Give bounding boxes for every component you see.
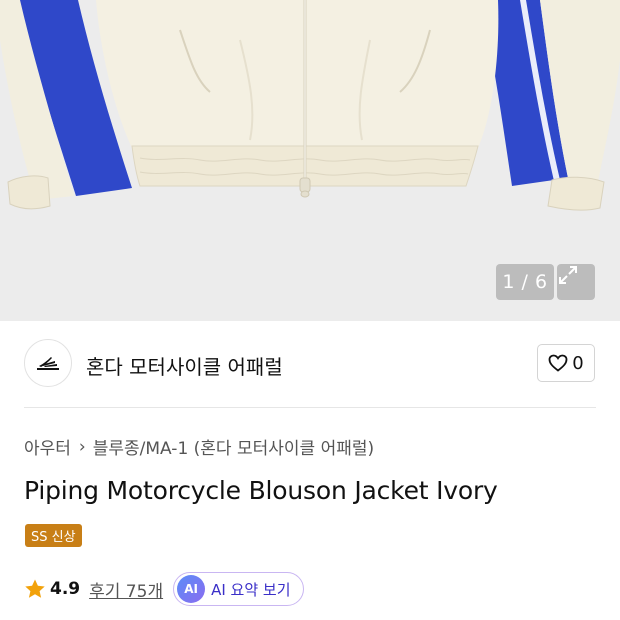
like-count: 0 <box>572 352 584 374</box>
breadcrumb: 아우터 › 블루종/MA-1 (혼다 모터사이클 어패럴) <box>24 434 374 460</box>
brand-row: 혼다 모터사이클 어패럴 0 <box>24 339 596 389</box>
ai-summary-label: AI 요약 보기 <box>211 580 291 599</box>
image-counter: 1 / 6 <box>496 264 554 300</box>
honda-wing-logo <box>37 357 59 370</box>
expand-button[interactable] <box>557 264 595 300</box>
divider <box>24 407 596 408</box>
rating-row: 4.9 후기 75개 AI AI 요약 보기 <box>24 572 304 606</box>
chevron-right-icon: › <box>78 436 86 457</box>
breadcrumb-outer[interactable]: 아우터 <box>24 434 71 459</box>
star-icon <box>25 579 45 598</box>
ai-summary-button[interactable]: AI AI 요약 보기 <box>173 572 304 606</box>
expand-icon <box>559 266 577 284</box>
brand-name[interactable]: 혼다 모터사이클 어패럴 <box>86 351 283 380</box>
brand-logo[interactable] <box>24 339 72 387</box>
like-button[interactable]: 0 <box>537 344 595 382</box>
rating-score: 4.9 <box>50 579 81 599</box>
new-season-badge: SS 신상 <box>25 524 82 547</box>
reviews-link[interactable]: 후기 75개 <box>89 577 163 602</box>
product-title: Piping Motorcycle Blouson Jacket Ivory <box>24 476 498 505</box>
breadcrumb-blouson[interactable]: 블루종/MA-1 (혼다 모터사이클 어패럴) <box>93 434 374 459</box>
product-image-gallery[interactable]: 1 / 6 <box>0 0 620 321</box>
heart-outline-icon <box>548 354 568 372</box>
ai-icon: AI <box>177 575 206 603</box>
